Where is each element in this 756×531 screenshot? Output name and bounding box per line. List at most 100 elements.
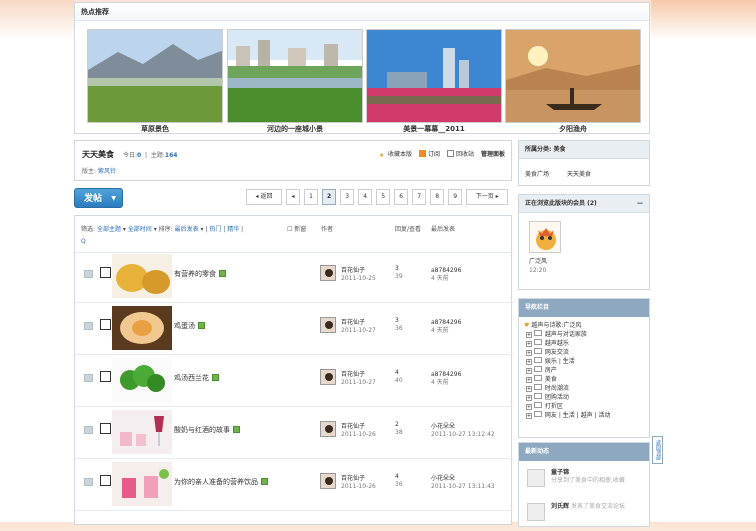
thread-last-post[interactable]: a8784296 4 天前	[431, 319, 461, 335]
page-4[interactable]: 4	[358, 189, 373, 205]
expand-icon[interactable]: +	[525, 368, 532, 374]
nav-item[interactable]: + 团购活动	[524, 393, 610, 402]
subscribe-button[interactable]: 订阅	[418, 149, 440, 159]
page-7[interactable]: 7	[412, 189, 427, 205]
featured-photo-3[interactable]	[366, 29, 502, 123]
thread-title[interactable]: 酸奶与红酒的故事	[174, 425, 240, 435]
filter-digest[interactable]: 精华	[227, 226, 239, 233]
thread-checkbox[interactable]	[100, 267, 111, 278]
avatar[interactable]	[320, 265, 336, 281]
col-last-post: 最后发表	[431, 226, 456, 233]
avatar[interactable]	[320, 369, 336, 385]
favorite-forum-button[interactable]: ★ 收藏本版	[379, 149, 412, 159]
thread-title[interactable]: 为你的亲人准备的营养饮品	[174, 477, 268, 487]
avatar[interactable]	[529, 221, 561, 253]
search-icon[interactable]: Q	[81, 238, 86, 245]
avatar[interactable]	[320, 317, 336, 333]
thread-last-post[interactable]: 小花朵朵 2011-10-27 13:12:42	[431, 423, 495, 439]
nav-item[interactable]: + 网友 | 生活 | 越声 | 活动	[524, 411, 610, 420]
expand-icon[interactable]: +	[525, 359, 532, 365]
page-next-button[interactable]: 下一页 ▸	[466, 189, 509, 205]
online-member[interactable]: 广泛风 12:20	[529, 257, 547, 275]
expand-icon[interactable]: +	[525, 377, 532, 383]
expand-icon[interactable]: +	[525, 341, 532, 347]
page-8[interactable]: 8	[430, 189, 445, 205]
thread-thumbnail[interactable]	[112, 254, 172, 298]
thread-author[interactable]: 百花仙子 2011-10-26	[341, 475, 376, 491]
page-back-button[interactable]: ◂ 返回	[246, 189, 282, 205]
new-window-toggle[interactable]: ☐ 新窗	[287, 224, 306, 233]
admin-panel-button[interactable]: 管理面板	[481, 149, 505, 159]
moderator-link[interactable]: 紫风铃	[98, 168, 116, 175]
thread-checkbox[interactable]	[100, 319, 111, 330]
avatar[interactable]	[320, 473, 336, 489]
thread-author[interactable]: 百花仙子 2011-10-27	[341, 319, 376, 335]
filter-all-time[interactable]: 全部时间	[128, 226, 152, 233]
category-link-plaza[interactable]: 美食广场	[525, 169, 549, 178]
nav-item[interactable]: + 娱乐 | 生活	[524, 357, 610, 366]
expand-icon[interactable]: +	[525, 332, 532, 338]
featured-caption-4[interactable]: 夕阳渔舟	[505, 124, 641, 134]
filter-all-topics[interactable]: 全部主题	[97, 226, 121, 233]
thread-title[interactable]: 鸡汤西兰花	[174, 373, 219, 383]
thread-icon	[84, 478, 93, 486]
page-6[interactable]: 6	[394, 189, 409, 205]
star-icon: ★	[378, 152, 385, 159]
page-2-current[interactable]: 2	[322, 189, 337, 205]
featured-photo-4[interactable]	[505, 29, 641, 123]
thread-thumbnail[interactable]	[112, 358, 172, 402]
nav-item[interactable]: + 时尚潮流	[524, 384, 610, 393]
thread-author[interactable]: 百花仙子 2011-10-26	[341, 423, 376, 439]
page-prev-button[interactable]: ◂	[286, 189, 300, 205]
expand-icon[interactable]: +	[525, 413, 532, 419]
nav-item[interactable]: + 打折区	[524, 402, 610, 411]
thread-thumbnail[interactable]	[112, 306, 172, 350]
featured-photo-1[interactable]	[87, 29, 223, 123]
featured-caption-3[interactable]: 美景一幕幕__2011	[366, 124, 502, 134]
thread-checkbox[interactable]	[100, 423, 111, 434]
expand-icon[interactable]: +	[525, 386, 532, 392]
recycle-bin-button[interactable]: 回收站	[446, 149, 474, 159]
thread-last-post[interactable]: a8784296 4 天前	[431, 371, 461, 387]
recent-user[interactable]: 刘氏辉	[551, 503, 569, 510]
page-9[interactable]: 9	[448, 189, 463, 205]
table-row: 鸡蛋汤 百花仙子 2011-10-27 3 36 a8784296 4 天前	[75, 303, 513, 355]
thread-checkbox[interactable]	[100, 475, 111, 486]
sort-last-post[interactable]: 最后发表	[175, 226, 199, 233]
page-5[interactable]: 5	[376, 189, 391, 205]
recent-user[interactable]: 童子锦	[551, 469, 569, 476]
thread-thumbnail[interactable]	[112, 410, 172, 454]
thread-author[interactable]: 百花仙子 2011-10-25	[341, 267, 376, 283]
new-post-button[interactable]: 发帖 ▼	[74, 188, 123, 208]
rss-icon	[418, 150, 426, 157]
avatar[interactable]	[320, 421, 336, 437]
page-1[interactable]: 1	[304, 189, 318, 205]
featured-caption-2[interactable]: 河边的一座城小景	[227, 124, 363, 134]
thread-title[interactable]: 鸡蛋汤	[174, 321, 205, 331]
folder-icon	[533, 411, 542, 417]
nav-item[interactable]: + 网友交流	[524, 348, 610, 357]
expand-icon[interactable]: +	[525, 404, 532, 410]
nav-item[interactable]: + 美食	[524, 375, 610, 384]
featured-caption-1[interactable]: 草原景色	[87, 124, 223, 134]
nav-root[interactable]: ♥ 越声与诗歌:广泛风	[524, 321, 610, 330]
nav-item[interactable]: + 越声与对话家族	[524, 330, 610, 339]
thread-last-post[interactable]: a8784296 4 天前	[431, 267, 461, 283]
nav-item[interactable]: + 越声越乐	[524, 339, 610, 348]
thread-author[interactable]: 百花仙子 2011-10-27	[341, 371, 376, 387]
thread-title[interactable]: 有营养的零食	[174, 269, 226, 279]
thread-thumbnail[interactable]	[112, 462, 172, 506]
avatar[interactable]	[527, 503, 545, 521]
thread-last-post[interactable]: 小花朵朵 2011-10-27 13:11:43	[431, 475, 495, 491]
back-to-top-button[interactable]: 返回顶部	[652, 436, 663, 464]
thread-checkbox[interactable]	[100, 371, 111, 382]
nav-item[interactable]: + 房产	[524, 366, 610, 375]
featured-photo-2[interactable]	[227, 29, 363, 123]
filter-hot[interactable]: 热门	[209, 226, 221, 233]
collapse-icon[interactable]: —	[637, 195, 643, 213]
expand-icon[interactable]: +	[525, 350, 532, 356]
avatar[interactable]	[527, 469, 545, 487]
page-3[interactable]: 3	[340, 189, 355, 205]
category-link-daily[interactable]: 天天美食	[567, 169, 591, 178]
expand-icon[interactable]: +	[525, 395, 532, 401]
